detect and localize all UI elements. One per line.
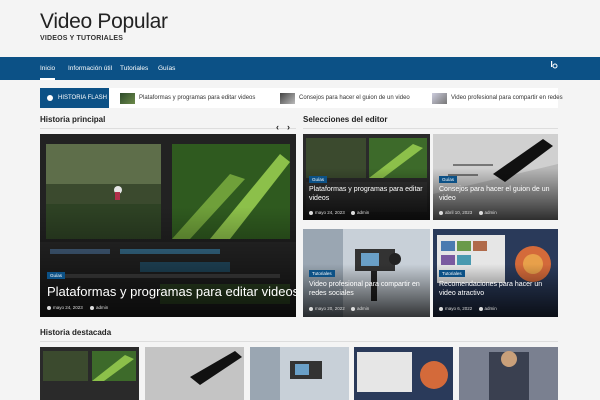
- user-icon: [351, 306, 356, 311]
- news-ticker: HISTORIA FLASH Plataformas y programas p…: [40, 88, 563, 108]
- category-tag[interactable]: Guías: [47, 272, 66, 279]
- main-navbar: Inicio Información útil Tutoriales Guías: [0, 57, 600, 80]
- category-tag[interactable]: Tutoriales: [439, 270, 465, 277]
- ticker-item[interactable]: Video profesional para compartir en rede…: [432, 92, 563, 104]
- divider: [40, 341, 558, 342]
- clock-icon: [309, 306, 313, 311]
- post-author[interactable]: admin: [485, 210, 497, 215]
- chevron-right-icon[interactable]: ›: [287, 122, 290, 132]
- main-story-heading: Historia principal: [40, 115, 106, 124]
- featured-thumbnail[interactable]: [145, 347, 244, 400]
- ticker-thumbnail: [280, 92, 295, 104]
- ticker-label: HISTORIA FLASH: [40, 88, 109, 108]
- card-meta: abril 10, 2023 admin: [439, 210, 497, 215]
- ticker-label-text: HISTORIA FLASH: [58, 95, 107, 101]
- card-meta: mayo 20, 2022 admin: [309, 306, 369, 311]
- post-author[interactable]: admin: [485, 306, 497, 311]
- ticker-item[interactable]: Consejos para hacer el guion de un video: [280, 92, 410, 104]
- site-title[interactable]: Video Popular: [40, 10, 168, 34]
- ticker-thumbnail: [432, 92, 447, 104]
- site-header: Video Popular VIDEOS Y TUTORIALES: [0, 0, 600, 57]
- clock-icon: [47, 305, 51, 310]
- nav-item-informacion-util[interactable]: Información útil: [68, 57, 112, 80]
- user-icon: [478, 306, 483, 311]
- category-tag[interactable]: Guías: [309, 176, 328, 183]
- clock-icon: [439, 210, 443, 215]
- ticker-item-title: Video profesional para compartir en rede…: [451, 95, 563, 101]
- search-icon[interactable]: [550, 60, 558, 72]
- card-overlay: [40, 207, 296, 317]
- editor-pick-card[interactable]: Tutoriales Video profesional para compar…: [303, 229, 430, 317]
- card-meta: mayo 24, 2023 admin: [47, 305, 108, 310]
- user-icon: [351, 210, 356, 215]
- live-dot-icon: [47, 95, 53, 101]
- featured-thumbnail[interactable]: [354, 347, 453, 400]
- video-app-image: [354, 347, 453, 400]
- clock-icon: [309, 210, 313, 215]
- post-date: abril 10, 2023: [445, 210, 473, 215]
- post-author[interactable]: admin: [96, 305, 108, 310]
- user-icon: [478, 210, 483, 215]
- camera-gimbal-image: [250, 347, 349, 400]
- card-title[interactable]: Consejos para hacer el guion de un video: [439, 185, 552, 203]
- card-title[interactable]: Plataformas y programas para editar vide…: [309, 185, 424, 203]
- site-tagline: VIDEOS Y TUTORIALES: [40, 35, 124, 42]
- divider: [303, 128, 558, 129]
- featured-heading: Historia destacada: [40, 328, 112, 337]
- ticker-item[interactable]: Plataformas y programas para editar vide…: [120, 92, 255, 104]
- featured-thumbnail[interactable]: [459, 347, 558, 400]
- pen-writing-image: [145, 347, 244, 400]
- editor-pick-card[interactable]: Tutoriales Recomendaciones para hacer un…: [433, 229, 558, 317]
- card-title[interactable]: Video profesional para compartir en rede…: [309, 280, 424, 298]
- card-title[interactable]: Recomendaciones para hacer un video atra…: [439, 280, 552, 298]
- category-tag[interactable]: Guías: [439, 176, 458, 183]
- card-meta: mayo 24, 2023 admin: [309, 210, 369, 215]
- featured-thumbnail[interactable]: [40, 347, 139, 400]
- featured-thumbnail[interactable]: [250, 347, 349, 400]
- video-editor-image: [40, 347, 139, 400]
- nav-item-inicio[interactable]: Inicio: [40, 57, 56, 80]
- editor-pick-card[interactable]: Guías Plataformas y programas para edita…: [303, 134, 430, 220]
- card-meta: mayo 6, 2022 admin: [439, 306, 497, 311]
- ticker-thumbnail: [120, 92, 135, 104]
- editor-picks-heading: Selecciones del editor: [303, 115, 388, 124]
- post-author[interactable]: admin: [357, 306, 369, 311]
- category-tag[interactable]: Tutoriales: [309, 270, 335, 277]
- person-image: [459, 347, 558, 400]
- main-story-title[interactable]: Plataformas y programas para editar vide…: [47, 284, 296, 299]
- ticker-item-title: Plataformas y programas para editar vide…: [139, 95, 256, 101]
- editor-pick-card[interactable]: Guías Consejos para hacer el guion de un…: [433, 134, 558, 220]
- user-icon: [90, 305, 95, 310]
- post-date: mayo 24, 2023: [53, 305, 83, 310]
- nav-item-guias[interactable]: Guías: [158, 57, 175, 80]
- post-author[interactable]: admin: [357, 210, 369, 215]
- ticker-item-title: Consejos para hacer el guion de un video: [299, 95, 410, 101]
- chevron-left-icon[interactable]: ‹: [276, 122, 279, 132]
- post-date: mayo 6, 2022: [445, 306, 473, 311]
- main-story-card[interactable]: Guías Plataformas y programas para edita…: [40, 134, 296, 317]
- divider: [40, 128, 296, 129]
- clock-icon: [439, 306, 443, 311]
- nav-item-tutoriales[interactable]: Tutoriales: [120, 57, 148, 80]
- post-date: mayo 24, 2023: [315, 210, 345, 215]
- post-date: mayo 20, 2022: [315, 306, 345, 311]
